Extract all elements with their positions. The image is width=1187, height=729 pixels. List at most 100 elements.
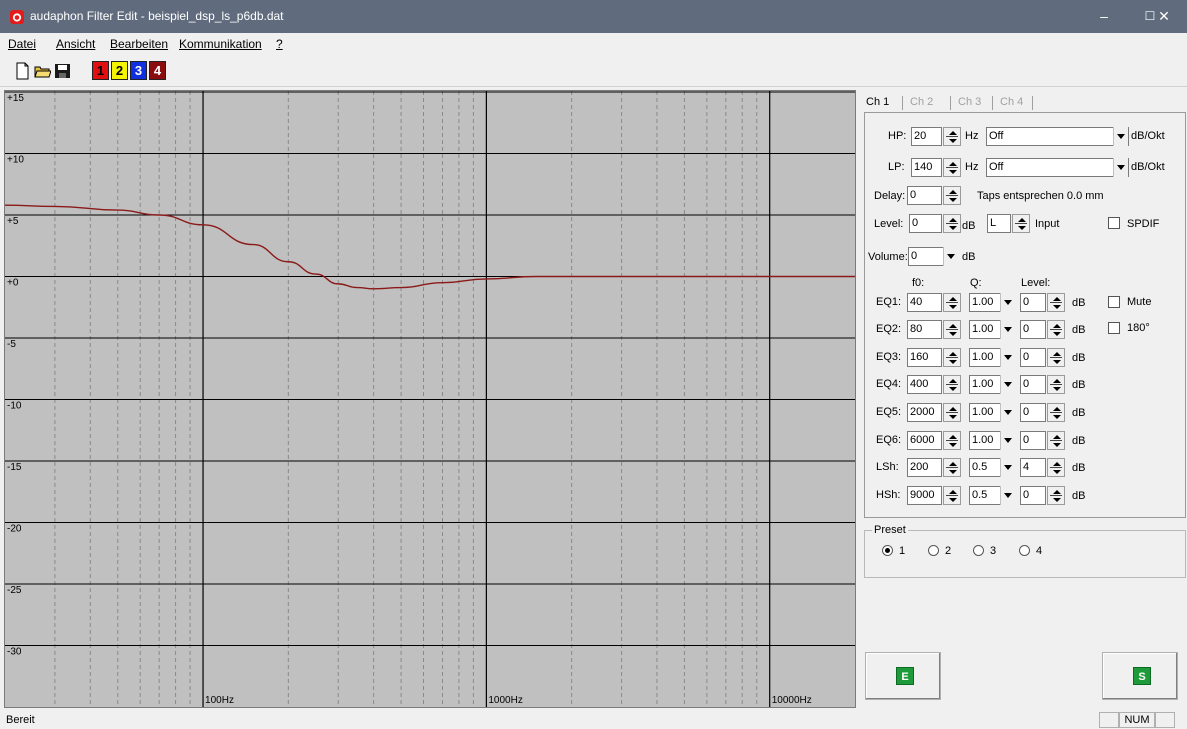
eq-level-spinner[interactable] <box>1047 293 1065 312</box>
eq-q-dropdown-icon[interactable] <box>1000 320 1015 339</box>
eq-level-unit: dB <box>1072 352 1086 364</box>
eq-f0-input[interactable]: 80 <box>907 320 942 339</box>
preset-radio-label: 4 <box>1036 545 1043 557</box>
mute-checkbox[interactable] <box>1108 296 1120 308</box>
eq-f0-spinner[interactable] <box>943 403 961 422</box>
open-folder-icon[interactable] <box>34 62 51 80</box>
eq-level-input[interactable]: 4 <box>1020 458 1046 477</box>
menu-kommunikation-label: Kommunikation <box>179 37 262 51</box>
eq-f0-spinner[interactable] <box>943 431 961 450</box>
phase-180-checkbox[interactable] <box>1108 322 1120 334</box>
eq-level-input[interactable]: 0 <box>1020 293 1046 312</box>
y-tick-label: -15 <box>7 462 22 473</box>
tab-ch1-label: Ch 1 <box>866 96 890 108</box>
eq-level-input[interactable]: 0 <box>1020 320 1046 339</box>
eq-level-spinner[interactable] <box>1047 348 1065 367</box>
eq-q-dropdown-icon[interactable] <box>1000 375 1015 394</box>
eq-f0-spinner[interactable] <box>943 320 961 339</box>
eq-level-spinner[interactable] <box>1047 375 1065 394</box>
lp-frequency-spinner[interactable] <box>943 158 961 177</box>
frequency-response-chart[interactable]: +15 +10 +5 +0 -5 -10 -15 -20 -25 -30 100Hz 1000Hz 10… <box>4 90 856 708</box>
eq-row-label: HSh: <box>876 489 901 501</box>
eq-f0-spinner[interactable] <box>943 486 961 505</box>
y-tick-label: +15 <box>7 93 24 104</box>
delay-input[interactable]: 0 <box>907 186 942 205</box>
menu-bearbeiten[interactable]: Bearbeiten <box>110 37 168 51</box>
lp-slope-dropdown-icon[interactable] <box>1113 158 1128 177</box>
eq-q-value: 0.5 <box>972 461 988 473</box>
channel-4-button[interactable]: 4 <box>149 61 166 80</box>
eq-q-value: 1.00 <box>972 296 994 308</box>
minimize-button[interactable]: – <box>1081 0 1127 33</box>
hp-frequency-input[interactable]: 20 <box>911 127 942 146</box>
tab-ch4[interactable]: Ch 4 <box>1000 93 1040 113</box>
menu-help[interactable]: ? <box>276 37 283 51</box>
y-tick-label: -20 <box>7 524 22 535</box>
eq-f0-input[interactable]: 160 <box>907 348 942 367</box>
preset-radio-4[interactable] <box>1019 545 1030 556</box>
status-indicator-caps <box>1099 712 1119 728</box>
level-spinner[interactable] <box>943 214 961 233</box>
hp-slope-select[interactable]: Off <box>986 127 1129 146</box>
eq-f0-spinner[interactable] <box>943 458 961 477</box>
eq-level-input[interactable]: 0 <box>1020 431 1046 450</box>
channel-2-button[interactable]: 2 <box>111 61 128 80</box>
preset-radio-3[interactable] <box>973 545 984 556</box>
eq-f0-input[interactable]: 6000 <box>907 431 942 450</box>
eq-level-spinner[interactable] <box>1047 431 1065 450</box>
eq-level-spinner[interactable] <box>1047 403 1065 422</box>
hp-slope-dropdown-icon[interactable] <box>1113 127 1128 146</box>
eq-level-input[interactable]: 0 <box>1020 348 1046 367</box>
eq-f0-input[interactable]: 40 <box>907 293 942 312</box>
eq-f0-input[interactable]: 9000 <box>907 486 942 505</box>
preset-radio-label: 3 <box>990 545 997 557</box>
spdif-checkbox[interactable] <box>1108 217 1120 229</box>
eq-q-dropdown-icon[interactable] <box>1000 458 1015 477</box>
eq-q-value: 0.5 <box>972 489 988 501</box>
eq-f0-input[interactable]: 400 <box>907 375 942 394</box>
close-button[interactable]: ✕ <box>1141 0 1187 33</box>
tab-ch1[interactable]: Ch 1 <box>866 93 902 113</box>
hp-frequency-spinner[interactable] <box>943 127 961 146</box>
menu-kommunikation[interactable]: Kommunikation <box>179 37 262 51</box>
menu-ansicht[interactable]: Ansicht <box>56 37 95 51</box>
input-spinner[interactable] <box>1012 214 1030 233</box>
eq-f0-spinner[interactable] <box>943 293 961 312</box>
eq-f0-input[interactable]: 200 <box>907 458 942 477</box>
eq-level-input[interactable]: 0 <box>1020 486 1046 505</box>
lp-frequency-input[interactable]: 140 <box>911 158 942 177</box>
preset-radio-1[interactable] <box>882 545 893 556</box>
eq-f0-spinner[interactable] <box>943 348 961 367</box>
eq-q-dropdown-icon[interactable] <box>1000 486 1015 505</box>
menu-datei[interactable]: Datei <box>8 37 36 51</box>
eq-f0-input[interactable]: 2000 <box>907 403 942 422</box>
e-button[interactable]: E <box>865 652 941 700</box>
s-button[interactable]: S <box>1102 652 1178 700</box>
channel-1-button[interactable]: 1 <box>92 61 109 80</box>
level-input[interactable]: 0 <box>909 214 942 233</box>
input-select[interactable]: L <box>987 214 1011 233</box>
toolbar: 1 2 3 4 <box>0 55 1187 87</box>
new-file-icon[interactable] <box>14 62 31 80</box>
eq-level-spinner[interactable] <box>1047 458 1065 477</box>
save-disk-icon[interactable] <box>54 62 71 80</box>
eq-level-spinner[interactable] <box>1047 320 1065 339</box>
eq-row-label: EQ6: <box>876 434 902 446</box>
menu-bar: Datei Ansicht Bearbeiten Kommunikation ? <box>0 33 1187 55</box>
eq-level-input[interactable]: 0 <box>1020 375 1046 394</box>
eq-q-dropdown-icon[interactable] <box>1000 431 1015 450</box>
eq-f0-spinner[interactable] <box>943 375 961 394</box>
volume-label: Volume: <box>868 251 908 263</box>
volume-dropdown-icon[interactable] <box>943 247 958 266</box>
lp-slope-select[interactable]: Off <box>986 158 1129 177</box>
eq-q-dropdown-icon[interactable] <box>1000 348 1015 367</box>
eq-level-spinner[interactable] <box>1047 486 1065 505</box>
preset-radio-2[interactable] <box>928 545 939 556</box>
eq-level-input[interactable]: 0 <box>1020 403 1046 422</box>
e-button-icon: E <box>896 667 914 685</box>
eq-q-dropdown-icon[interactable] <box>1000 403 1015 422</box>
eq-q-dropdown-icon[interactable] <box>1000 293 1015 312</box>
tab-ch2[interactable]: Ch 2 <box>910 93 950 113</box>
channel-3-button[interactable]: 3 <box>130 61 147 80</box>
delay-spinner[interactable] <box>943 186 961 205</box>
